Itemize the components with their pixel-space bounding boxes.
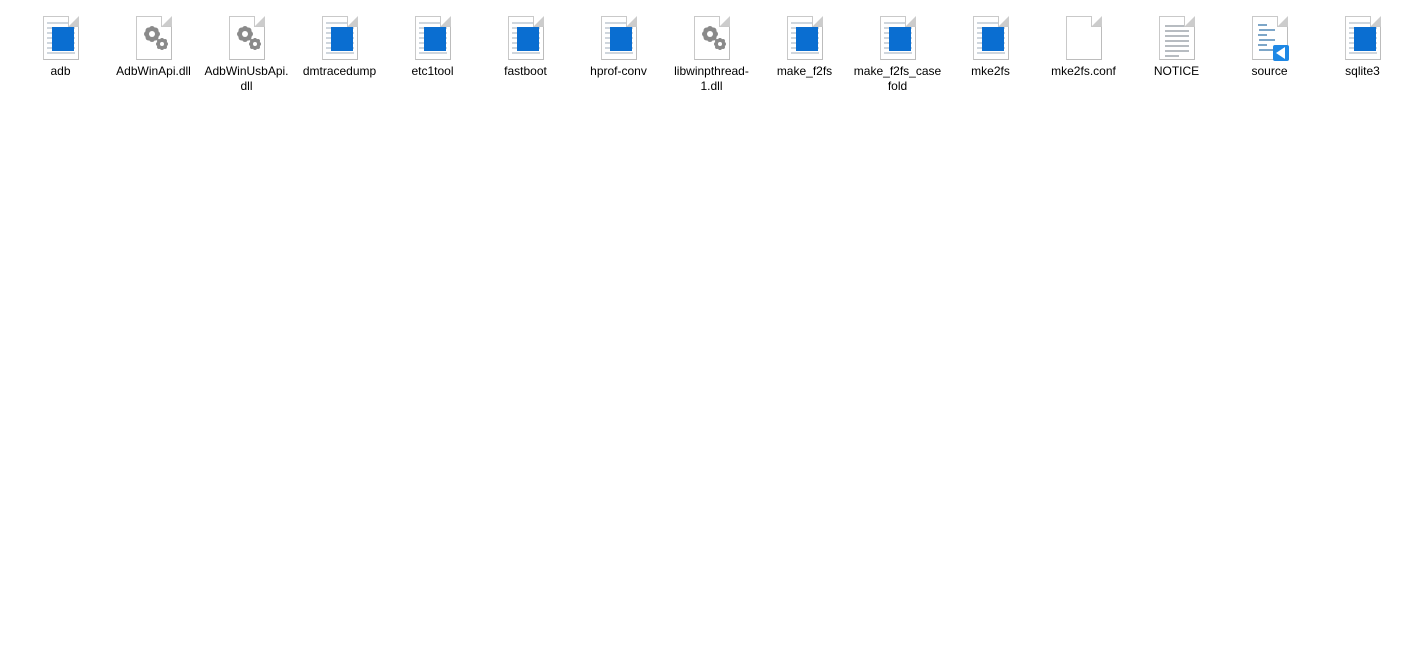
dll-icon [223,14,271,62]
text-file-icon [1153,14,1201,62]
file-grid: adb AdbWinApi.dll AdbWinUsbApi.dll dmtraced… [0,0,1427,108]
application-icon [967,14,1015,62]
file-item[interactable]: etc1tool [386,10,479,98]
source-code-icon [1246,14,1294,62]
file-item[interactable]: make_f2fs_casefold [851,10,944,98]
file-item[interactable]: mke2fs [944,10,1037,98]
application-icon [1339,14,1387,62]
application-icon [595,14,643,62]
application-icon [502,14,550,62]
file-item[interactable]: mke2fs.conf [1037,10,1130,98]
dll-icon [688,14,736,62]
file-item[interactable]: make_f2fs [758,10,851,98]
file-label: mke2fs [971,64,1010,79]
file-item[interactable]: libwinpthread-1.dll [665,10,758,98]
file-label: fastboot [504,64,547,79]
application-icon [781,14,829,62]
application-icon [37,14,85,62]
file-label: make_f2fs [777,64,832,79]
file-item[interactable]: hprof-conv [572,10,665,98]
file-label: libwinpthread-1.dll [667,64,756,94]
file-label: make_f2fs_casefold [853,64,942,94]
file-item[interactable]: adb [14,10,107,98]
file-item[interactable]: source [1223,10,1316,98]
file-label: mke2fs.conf [1051,64,1116,79]
file-item[interactable]: NOTICE [1130,10,1223,98]
file-item[interactable]: sqlite3 [1316,10,1409,98]
file-label: source [1251,64,1287,79]
file-icon [1060,14,1108,62]
file-label: sqlite3 [1345,64,1380,79]
application-icon [874,14,922,62]
file-label: AdbWinApi.dll [116,64,191,79]
file-label: AdbWinUsbApi.dll [202,64,291,94]
file-item[interactable]: AdbWinApi.dll [107,10,200,98]
file-item[interactable]: AdbWinUsbApi.dll [200,10,293,98]
file-label: hprof-conv [590,64,647,79]
file-label: adb [50,64,70,79]
file-label: NOTICE [1154,64,1199,79]
file-label: dmtracedump [303,64,376,79]
file-label: etc1tool [411,64,453,79]
application-icon [316,14,364,62]
file-item[interactable]: fastboot [479,10,572,98]
dll-icon [130,14,178,62]
application-icon [409,14,457,62]
file-item[interactable]: dmtracedump [293,10,386,98]
